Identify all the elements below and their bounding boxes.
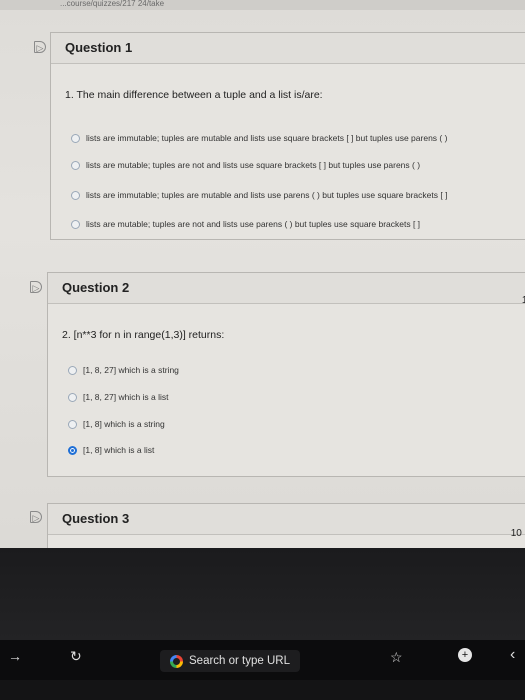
question-2-card: Question 2 10 2. [n**3 for n in range(1,… bbox=[47, 272, 525, 477]
question-3-points: 10 pt bbox=[510, 528, 525, 539]
question-2-text: 2. [n**3 for n in range(1,3)] returns: bbox=[62, 329, 225, 341]
radio-button[interactable] bbox=[68, 419, 77, 429]
question-2-option-4[interactable]: [1, 8] which is a list bbox=[68, 445, 154, 455]
browser-viewport: ...course/quizzes/217 24/take ▷ Question… bbox=[0, 0, 525, 548]
question-1-title: Question 1 bbox=[51, 33, 525, 64]
option-label: lists are mutable; tuples are not and li… bbox=[86, 160, 421, 170]
question-1-option-3[interactable]: lists are immutable; tuples are mutable … bbox=[71, 190, 447, 200]
question-2-option-1[interactable]: [1, 8, 27] which is a string bbox=[68, 365, 179, 375]
radio-button[interactable] bbox=[68, 392, 77, 402]
option-label: lists are immutable; tuples are mutable … bbox=[86, 133, 448, 143]
question-2-title: Question 2 bbox=[48, 273, 525, 304]
address-bar-partial[interactable]: ...course/quizzes/217 24/take bbox=[0, 0, 525, 10]
question-3-title: Question 3 bbox=[48, 504, 525, 535]
option-label: lists are mutable; tuples are not and li… bbox=[86, 219, 421, 229]
reload-icon[interactable]: ↻ bbox=[70, 648, 82, 665]
bookmark-star-icon[interactable]: ☆ bbox=[390, 649, 403, 666]
question-3-card: Question 3 10 pt bbox=[47, 503, 525, 548]
search-label: Search or type URL bbox=[189, 655, 290, 667]
question-2-option-3[interactable]: [1, 8] which is a string bbox=[68, 419, 165, 429]
option-label: [1, 8] which is a list bbox=[83, 445, 155, 455]
flag-icon[interactable]: ▷ bbox=[30, 281, 42, 293]
radio-button[interactable] bbox=[71, 190, 80, 200]
flag-icon[interactable]: ▷ bbox=[34, 41, 46, 53]
flag-icon[interactable]: ▷ bbox=[30, 511, 42, 523]
radio-button[interactable] bbox=[68, 365, 77, 375]
chevron-left-icon[interactable]: ‹ bbox=[510, 646, 515, 664]
radio-button-selected[interactable] bbox=[68, 445, 77, 455]
question-1-option-4[interactable]: lists are mutable; tuples are not and li… bbox=[71, 219, 420, 229]
question-1-option-2[interactable]: lists are mutable; tuples are not and li… bbox=[71, 160, 420, 170]
back-arrow-icon[interactable]: → bbox=[8, 648, 22, 664]
radio-button[interactable] bbox=[71, 160, 80, 170]
question-2-option-2[interactable]: [1, 8, 27] which is a list bbox=[68, 392, 169, 402]
option-label: [1, 8, 27] which is a string bbox=[83, 365, 179, 375]
radio-button[interactable] bbox=[71, 133, 80, 143]
search-or-url-button[interactable]: Search or type URL bbox=[160, 650, 300, 672]
keyboard-edge bbox=[0, 680, 525, 700]
option-label: [1, 8, 27] which is a list bbox=[83, 392, 169, 402]
question-1-text: 1. The main difference between a tuple a… bbox=[65, 89, 323, 101]
question-1-card: Question 1 1. The main difference betwee… bbox=[50, 32, 525, 240]
google-icon bbox=[170, 654, 183, 668]
option-label: lists are immutable; tuples are mutable … bbox=[86, 190, 448, 200]
option-label: [1, 8] which is a string bbox=[83, 419, 165, 429]
radio-button[interactable] bbox=[71, 219, 80, 229]
question-1-option-1[interactable]: lists are immutable; tuples are mutable … bbox=[71, 133, 447, 143]
new-tab-plus-icon[interactable]: + bbox=[458, 648, 472, 662]
